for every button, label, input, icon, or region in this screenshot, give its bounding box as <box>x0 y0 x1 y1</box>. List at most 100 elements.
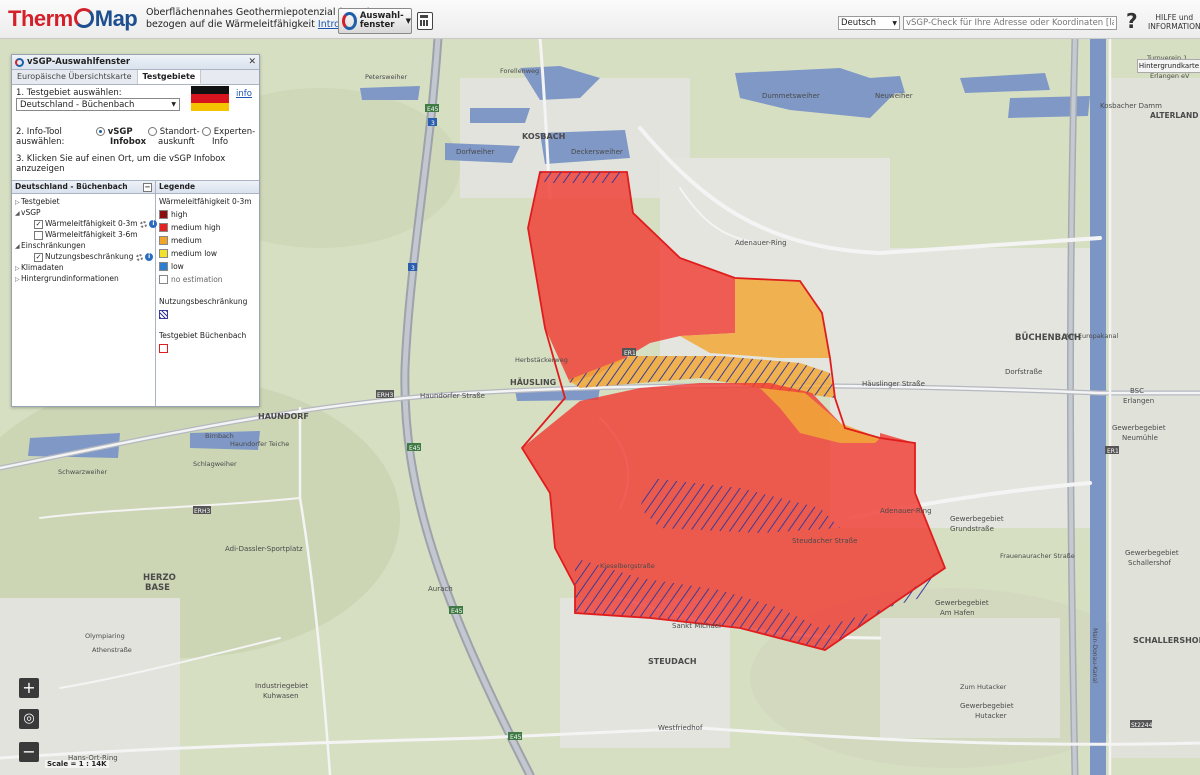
label-adenauer-ring: Adenauer-Ring <box>735 239 787 247</box>
legend-item: medium high <box>159 223 221 232</box>
label-erlangen: Erlangen <box>1123 397 1154 405</box>
gear-icon[interactable] <box>140 220 148 228</box>
tree-label: Testgebiet <box>21 197 60 206</box>
step2-line2: auswählen: <box>16 137 65 147</box>
label-haeuslinger-strasse: Häuslinger Straße <box>862 380 925 388</box>
legend-subtitle: Wärmeleitfähigkeit 0-3m <box>159 197 252 206</box>
shield-a3-mid-text: 3 <box>411 265 415 272</box>
step1-label: 1. Testgebiet auswählen: <box>16 88 122 98</box>
panel-title: vSGP-Auswahlfenster <box>27 57 131 67</box>
radio-standort[interactable] <box>148 127 157 136</box>
checkbox-checked[interactable]: ✓ <box>34 219 43 229</box>
legend-item: high <box>159 210 187 219</box>
checkbox-checked[interactable]: ✓ <box>34 252 43 262</box>
tree-item-vsgp[interactable]: ◢vSGP <box>15 208 41 217</box>
shield-e45-bottom-text: E45 <box>510 734 522 741</box>
search-input[interactable] <box>903 16 1117 30</box>
radio-experten[interactable] <box>202 127 211 136</box>
calculator-icon[interactable] <box>417 12 433 30</box>
legend-swatch <box>159 249 168 258</box>
collapse-icon[interactable]: − <box>143 183 152 192</box>
legend-swatch <box>159 223 168 232</box>
subtitle-line2: bezogen auf die Wärmeleitfähigkeit <box>146 19 315 30</box>
legend-swatch <box>159 236 168 245</box>
label-haundorf: HAUNDORF <box>258 412 309 421</box>
legend-item-label: high <box>171 210 188 219</box>
tree-item-w36[interactable]: Wärmeleitfähigkeit 3-6m <box>34 230 138 240</box>
shield-a3-north-text: 3 <box>431 120 435 127</box>
tool-option-vsgp[interactable]: vSGP Infobox <box>96 127 146 147</box>
label-industriegebiet: Industriegebiet <box>255 682 308 690</box>
label-kosbach: KOSBACH <box>522 132 565 141</box>
label-haundorfer-teiche: Haundorfer Teiche <box>230 440 289 448</box>
label-dorfweiher: Dorfweiher <box>456 148 495 156</box>
tree-item-testgebiet[interactable]: ▷Testgebiet <box>15 197 60 206</box>
help-link[interactable]: HILFE und INFORMATION <box>1148 13 1200 31</box>
urban-area-erlangen <box>1110 78 1200 758</box>
help-text-2: INFORMATION <box>1148 22 1200 31</box>
tree-label: Nutzungsbeschränkung <box>45 252 134 261</box>
tab-testgebiete[interactable]: Testgebiete <box>137 70 202 84</box>
tree-label: Hintergrundinformationen <box>21 274 119 283</box>
shield-e45-north-text: E45 <box>427 106 439 113</box>
auswahlfenster-button[interactable]: Auswahl-fenster ▼ <box>338 8 412 34</box>
label-haeusling: HÄUSLING <box>510 377 556 387</box>
legend-item: low <box>159 262 184 271</box>
testarea-swatch-icon <box>159 344 168 353</box>
label-herzo: HERZO <box>143 573 176 583</box>
label-steudach: STEUDACH <box>648 657 697 666</box>
tree-item-nutzung[interactable]: ✓ Nutzungsbeschränkung i <box>34 252 154 262</box>
tool-vsgp-l1: vSGP <box>107 127 133 137</box>
tree-label: Wärmeleitfähigkeit 3-6m <box>45 230 138 239</box>
label-deckersweiher: Deckersweiher <box>571 148 623 156</box>
help-icon[interactable]: ? <box>1126 9 1138 33</box>
step3-label: 3. Klicken Sie auf einen Ort, um die vSG… <box>16 154 226 174</box>
close-icon[interactable]: ✕ <box>248 57 256 67</box>
refresh-ring-icon <box>342 12 357 30</box>
tab-europe-overview[interactable]: Europäische Übersichtskarte <box>12 70 138 84</box>
tree-item-klimadaten[interactable]: ▷Klimadaten <box>15 263 64 272</box>
globe-button[interactable]: ◎ <box>19 709 39 729</box>
label-olympiaring: Olympiaring <box>85 632 125 640</box>
label-frauenauracher-strasse: Frauenauracher Straße <box>1000 552 1075 560</box>
urban-area-gewerbe <box>880 618 1060 738</box>
thermomap-logo[interactable]: Therm Map <box>8 6 138 32</box>
tree-item-einschraenkungen[interactable]: ◢Einschränkungen <box>15 241 86 250</box>
tree-item-hintergrund[interactable]: ▷Hintergrundinformationen <box>15 274 119 283</box>
language-select[interactable]: Deutsch ▼ <box>838 16 900 30</box>
step2-label: 2. Info-Tool auswählen: <box>16 127 64 147</box>
info-icon[interactable]: i <box>145 253 154 261</box>
label-am-europakanal: Am Europakanal <box>1065 332 1118 340</box>
label-gewerbegebiet-grund: Gewerbegebiet <box>950 515 1004 523</box>
map-scale: Scale = 1 : 14K <box>45 760 109 768</box>
zoom-out-button[interactable]: − <box>19 742 39 762</box>
step2-line1: 2. Info-Tool <box>16 127 62 137</box>
logo-text-1: Therm <box>8 6 73 31</box>
legend-item-label: low <box>171 262 184 271</box>
radio-vsgp[interactable] <box>96 127 105 136</box>
logo-ring-icon <box>73 8 94 28</box>
label-aurach: Aurach <box>428 585 453 593</box>
label-petersweiher: Petersweiher <box>365 73 408 81</box>
legend-testarea-swatch <box>159 344 171 353</box>
zoom-in-button[interactable]: + <box>19 678 39 698</box>
checkbox-unchecked[interactable] <box>34 230 43 240</box>
legend-item: medium <box>159 236 202 245</box>
label-herbstaeckerweg: Herbstäckerweg <box>515 356 568 364</box>
panel-header[interactable]: vSGP-Auswahlfenster ✕ <box>12 55 259 70</box>
background-map-button[interactable]: Hintergrundkarte <box>1137 59 1200 73</box>
tool-option-experten[interactable]: Experten- Info <box>202 127 255 147</box>
language-value: Deutsch <box>841 18 876 28</box>
shield-st2244-text: St2244 <box>1131 722 1153 729</box>
vsgp-selection-panel[interactable]: vSGP-Auswahlfenster ✕ Europäische Übersi… <box>11 54 260 407</box>
testgebiet-select[interactable]: Deutschland - Büchenbach ▼ <box>16 98 180 111</box>
gear-icon[interactable] <box>135 253 143 261</box>
chevron-down-icon: ▼ <box>171 101 176 108</box>
tree-item-w03[interactable]: ✓ Wärmeleitfähigkeit 0-3m i <box>34 219 158 229</box>
tool-option-standort[interactable]: Standort- auskunft <box>148 127 200 147</box>
zone-restriction-top[interactable] <box>540 172 627 183</box>
chevron-down-icon: ▼ <box>405 17 411 25</box>
tool-standort-l2: auskunft <box>158 137 195 147</box>
label-turnverein-3: Erlangen eV <box>1150 72 1190 80</box>
info-link[interactable]: info <box>236 89 252 99</box>
